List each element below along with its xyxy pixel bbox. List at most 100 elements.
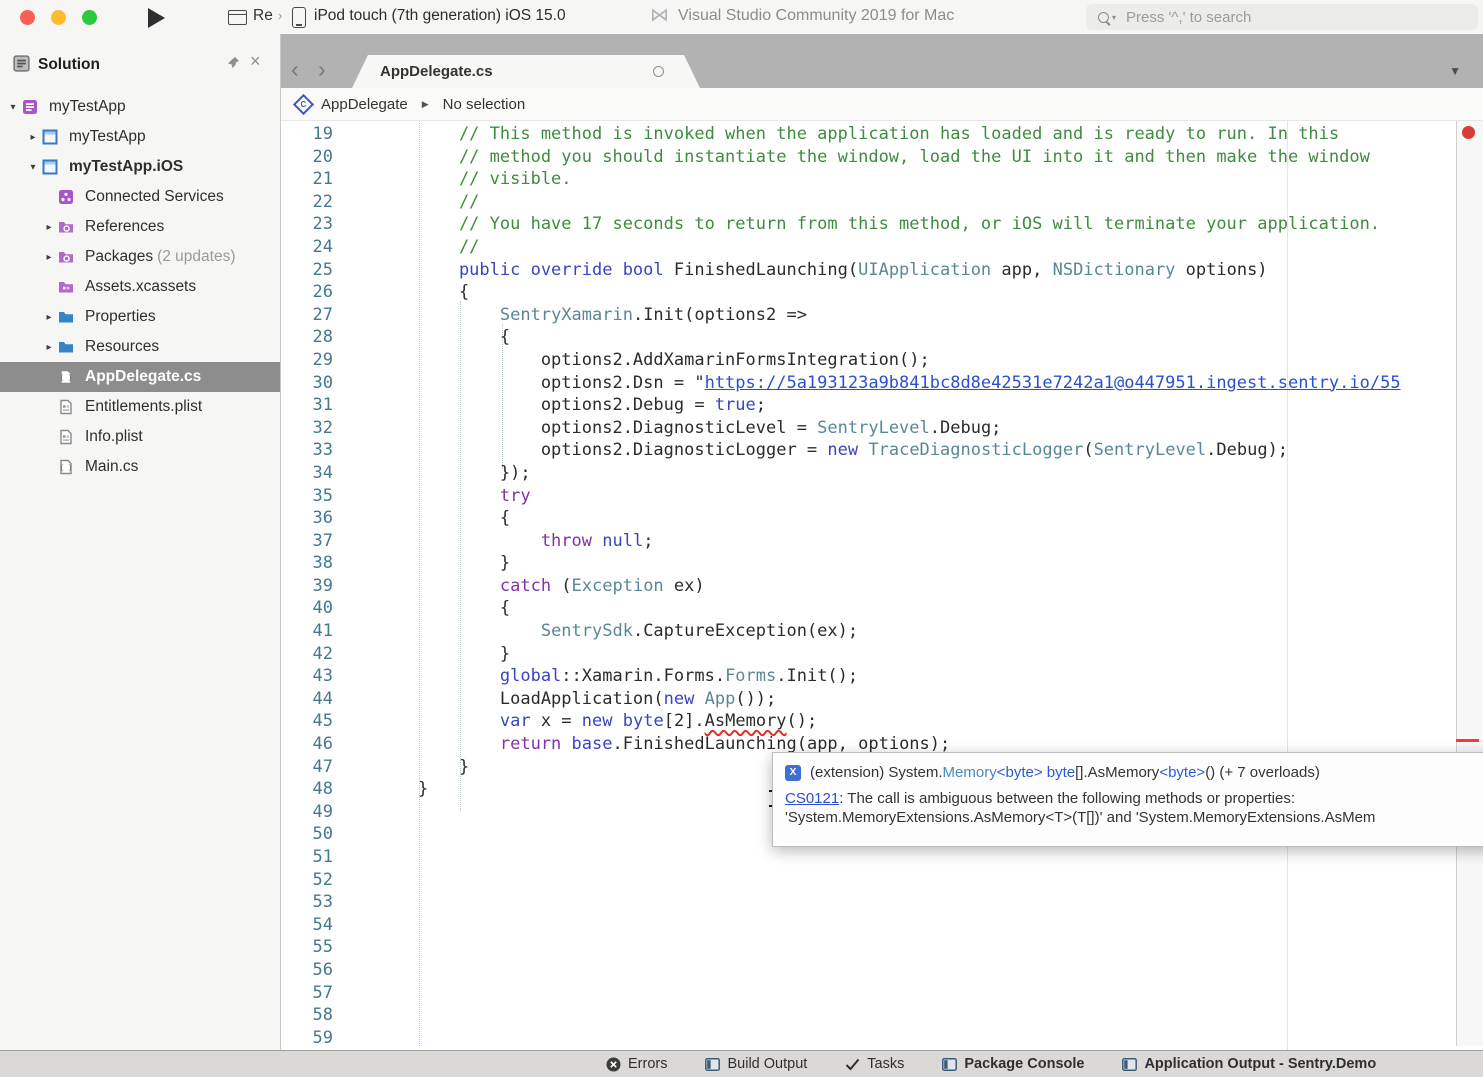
code-line: 51	[281, 846, 1483, 869]
file-error-indicator-icon	[1462, 126, 1475, 139]
line-number: 51	[281, 846, 333, 869]
scrollbar-error-marker[interactable]	[1456, 739, 1479, 742]
line-number: 58	[281, 1004, 333, 1027]
error-token: AsMemory	[705, 711, 787, 731]
expand-arrow-icon[interactable]: ▸	[40, 252, 58, 263]
sidebar-item-entitlements-plist[interactable]: Entitlements.plist	[0, 392, 280, 422]
sidebar-item-properties[interactable]: ▸Properties	[0, 302, 280, 332]
console-icon	[1122, 1058, 1137, 1071]
error-code-link[interactable]: CS0121	[785, 790, 839, 807]
app-title: Visual Studio Community 2019 for Mac	[678, 7, 954, 25]
cs-file-icon: { }	[58, 369, 78, 385]
line-number: 42	[281, 643, 333, 666]
plist-file-icon	[58, 429, 78, 445]
console-icon	[942, 1058, 957, 1071]
dsn-url-link[interactable]: https://5a193123a9b841bc8d8e42531e7242a1…	[705, 373, 1401, 393]
item-label: myTestApp	[69, 128, 146, 146]
dock-pad-label: Application Output - Sentry.Demo	[1144, 1056, 1376, 1072]
dock-pad-tasks[interactable]: Tasks	[845, 1056, 904, 1072]
configuration-selector[interactable]: Re	[253, 7, 273, 25]
line-number: 44	[281, 688, 333, 711]
run-button[interactable]	[148, 8, 165, 28]
sidebar-item-references[interactable]: ▸References	[0, 212, 280, 242]
sidebar-item-packages[interactable]: ▸Packages(2 updates)	[0, 242, 280, 272]
dock-pad-package-console[interactable]: Package Console	[942, 1056, 1084, 1072]
sidebar-item-resources[interactable]: ▸ Resources	[0, 332, 280, 362]
project-icon	[42, 129, 62, 145]
line-number: 38	[281, 552, 333, 575]
nuget-folder-icon	[58, 219, 78, 235]
dock-pad-application-output-sentry-demo[interactable]: Application Output - Sentry.Demo	[1122, 1056, 1376, 1072]
minimize-traffic-light[interactable]	[51, 10, 66, 25]
navigate-forward-button[interactable]: ›	[318, 58, 326, 80]
line-number: 23	[281, 213, 333, 236]
code-area[interactable]: 19 // This method is invoked when the ap…	[281, 121, 1483, 1050]
navigate-back-button[interactable]: ‹	[291, 58, 299, 80]
dock-pad-build-output[interactable]: Build Output	[705, 1056, 807, 1072]
editor-scrollbar[interactable]	[1456, 121, 1483, 1046]
line-number: 19	[281, 123, 333, 146]
tab-label: AppDelegate.cs	[380, 63, 493, 80]
code-line: 38 }	[281, 552, 1483, 575]
line-number: 28	[281, 326, 333, 349]
item-label: Resources	[85, 338, 159, 356]
close-icon[interactable]: ×	[250, 51, 261, 72]
pin-icon[interactable]	[226, 56, 240, 70]
code-line: 32 options2.DiagnosticLevel = SentryLeve…	[281, 417, 1483, 440]
item-label: myTestApp	[49, 98, 126, 116]
line-number: 32	[281, 417, 333, 440]
code-line: 43 global::Xamarin.Forms.Forms.Init();	[281, 665, 1483, 688]
expand-arrow-icon[interactable]: ▸	[40, 342, 58, 353]
sidebar-item-connected-services[interactable]: Connected Services	[0, 182, 280, 212]
expand-arrow-icon[interactable]: ▸	[40, 312, 58, 323]
collapse-arrow-icon[interactable]: ▾	[4, 102, 22, 113]
item-label: Packages	[85, 248, 153, 266]
svg-text:{ }: { }	[60, 464, 73, 472]
line-number: 33	[281, 439, 333, 462]
code-line: 33 options2.DiagnosticLogger = new Trace…	[281, 439, 1483, 462]
sidebar-item-assets-xcassets[interactable]: Assets.xcassets	[0, 272, 280, 302]
document-tab-strip: ‹ › AppDelegate.cs ▼	[281, 34, 1483, 88]
line-number: 46	[281, 733, 333, 756]
expand-arrow-icon[interactable]: ▸	[24, 132, 42, 143]
breadcrumb-member[interactable]: No selection	[443, 96, 526, 113]
line-number: 52	[281, 869, 333, 892]
solution-icon	[22, 99, 42, 115]
code-editor[interactable]: ‹ › AppDelegate.cs ▼ C AppDelegate ▶ No …	[281, 34, 1483, 1050]
code-line: 34 });	[281, 462, 1483, 485]
modified-dot-icon	[653, 66, 664, 77]
zoom-traffic-light[interactable]	[82, 10, 97, 25]
line-number: 57	[281, 982, 333, 1005]
tab-appdelegate-cs[interactable]: AppDelegate.cs	[352, 55, 700, 88]
sidebar-item-mytestapp[interactable]: ▸ myTestApp	[0, 122, 280, 152]
code-line: 22 //	[281, 191, 1483, 214]
sidebar-item-mytestapp-ios[interactable]: ▾myTestApp.iOS	[0, 152, 280, 182]
error-tooltip: X (extension) System.Memory<byte> byte[]…	[772, 752, 1483, 847]
sidebar-item-mytestapp[interactable]: ▾ myTestApp	[0, 92, 280, 122]
visual-studio-logo-icon: ⋈	[650, 4, 669, 27]
sidebar-item-main-cs[interactable]: { }Main.cs	[0, 452, 280, 482]
line-number: 36	[281, 507, 333, 530]
expand-arrow-icon[interactable]: ▸	[40, 222, 58, 233]
global-search-input[interactable]: ▾ Press '^,' to search	[1086, 4, 1478, 30]
assets-folder-icon	[58, 279, 78, 295]
line-number: 54	[281, 914, 333, 937]
dock-pad-label: Build Output	[727, 1056, 807, 1072]
errors-icon	[606, 1057, 621, 1072]
close-traffic-light[interactable]	[20, 10, 35, 25]
sidebar-item-info-plist[interactable]: Info.plist	[0, 422, 280, 452]
line-number: 45	[281, 710, 333, 733]
code-line: 39 catch (Exception ex)	[281, 575, 1483, 598]
code-line: 54	[281, 914, 1483, 937]
dock-pad-errors[interactable]: Errors	[606, 1056, 667, 1072]
collapse-arrow-icon[interactable]: ▾	[24, 162, 42, 173]
code-line: 26 {	[281, 281, 1483, 304]
breadcrumb-class[interactable]: AppDelegate	[321, 96, 408, 113]
tab-overflow-button[interactable]: ▼	[1449, 64, 1461, 78]
breadcrumb: C AppDelegate ▶ No selection	[281, 88, 1483, 121]
solution-tree: ▾ myTestApp ▸ myTestApp ▾myTestApp.iOSConnec…	[0, 92, 280, 482]
device-selector[interactable]: iPod touch (7th generation) iOS 15.0	[314, 7, 566, 25]
sidebar-item-appdelegate-cs[interactable]: { }AppDelegate.cs	[0, 362, 280, 392]
line-number: 30	[281, 372, 333, 395]
tooltip-error-detail: 'System.MemoryExtensions.AsMemory<T>(T[]…	[785, 809, 1375, 826]
